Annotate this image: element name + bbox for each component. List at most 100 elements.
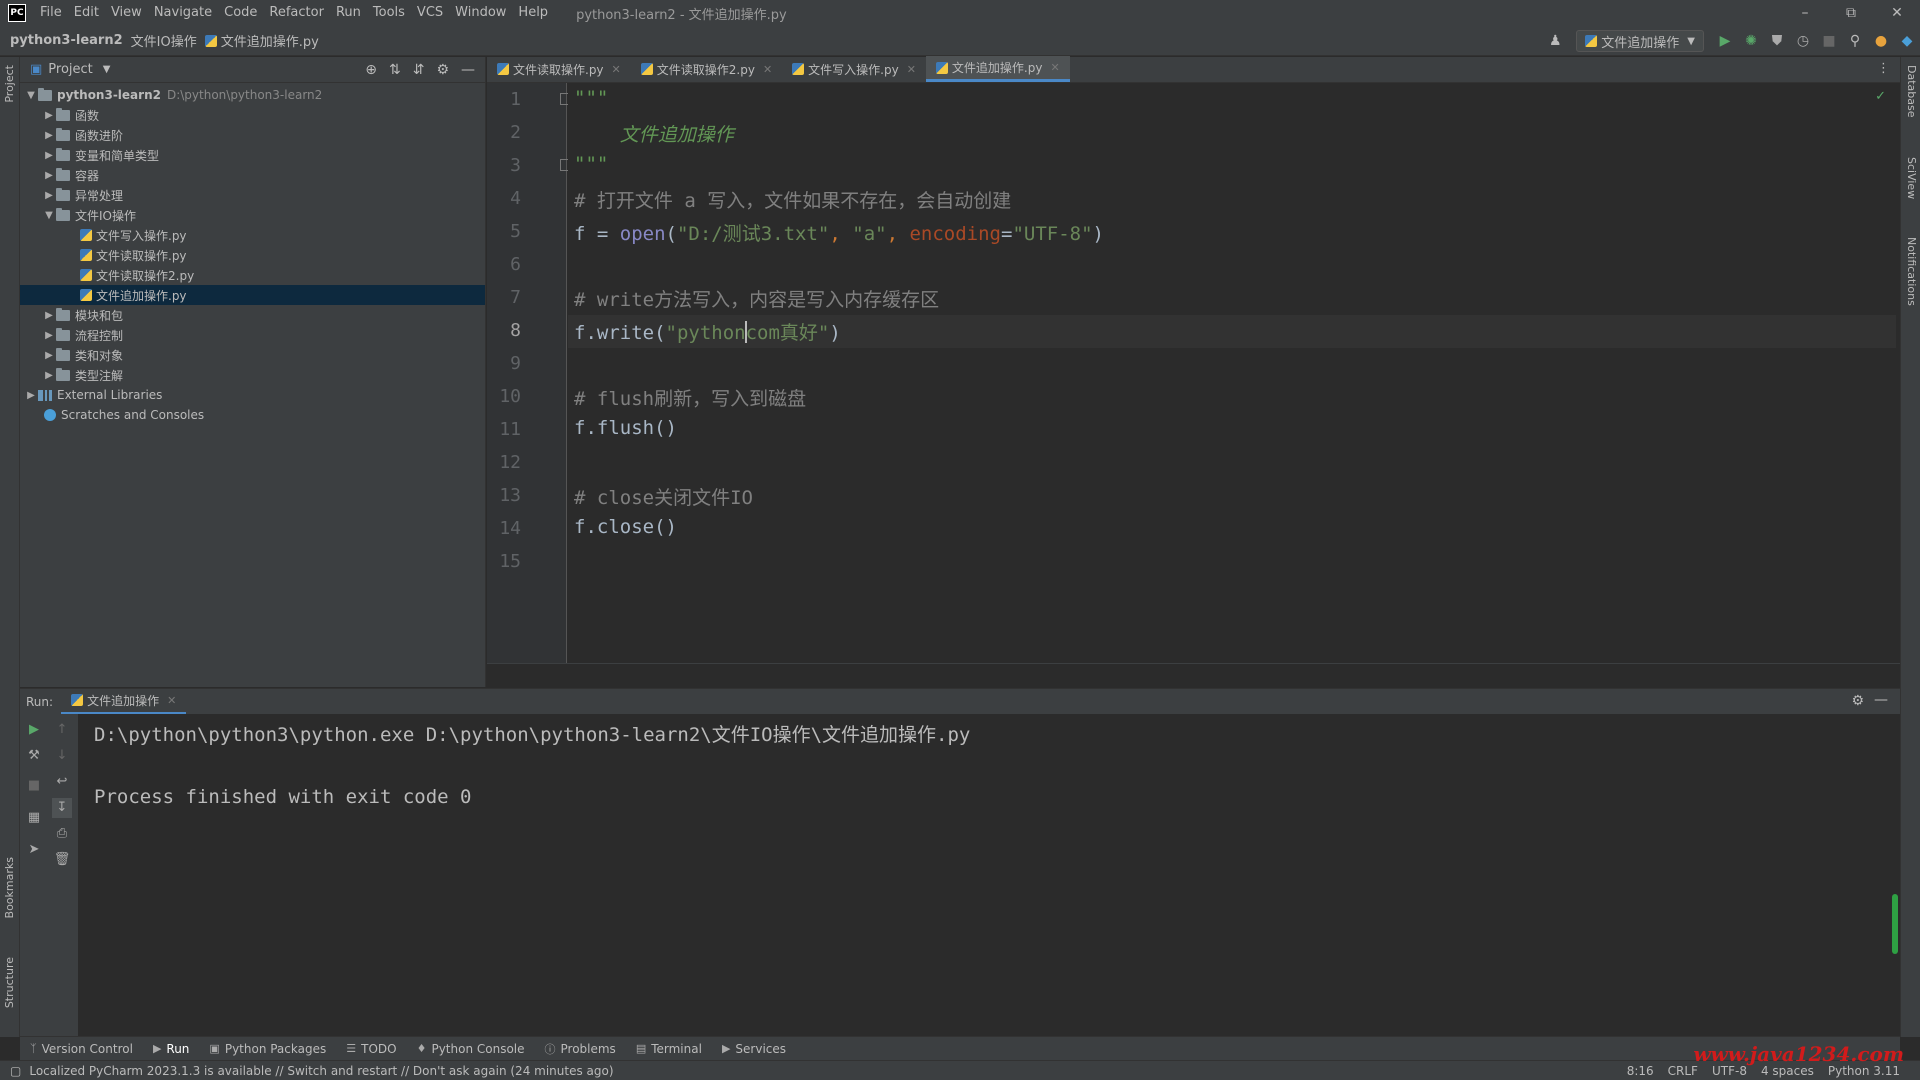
restore-icon[interactable]: ⧉	[1828, 0, 1874, 26]
menu-file[interactable]: File	[34, 0, 68, 26]
soft-wrap-icon[interactable]: ↩	[52, 772, 72, 792]
locate-icon[interactable]: ⊕	[365, 62, 377, 78]
menu-code[interactable]: Code	[218, 0, 263, 26]
sciview-tool-button[interactable]: SciView	[1905, 157, 1918, 199]
run-icon[interactable]: ▶	[1714, 30, 1736, 52]
tab-file-read[interactable]: 文件读取操作.py ✕	[487, 56, 631, 82]
breadcrumb-folder[interactable]: 文件IO操作	[127, 31, 201, 50]
notifications-tool-button[interactable]: Notifications	[1905, 237, 1918, 306]
chevron-right-icon[interactable]: ▶	[24, 390, 38, 401]
tool-services[interactable]: ▶ Services	[712, 1042, 796, 1056]
tree-root[interactable]: ▼ python3-learn2 D:\python\python3-learn…	[20, 85, 485, 105]
chevron-right-icon[interactable]: ▶	[42, 110, 56, 121]
tree-item-file-append[interactable]: 文件追加操作.py	[20, 285, 485, 305]
chevron-right-icon[interactable]: ▶	[42, 330, 56, 341]
tab-file-append[interactable]: 文件追加操作.py ✕	[925, 56, 1070, 82]
python-interpreter[interactable]: Python 3.11	[1828, 1064, 1900, 1078]
arrow-down-icon[interactable]: ↓	[52, 746, 72, 766]
tool-terminal[interactable]: ▤ Terminal	[626, 1042, 712, 1056]
tree-item-type-hints[interactable]: ▶ 类型注解	[20, 365, 485, 385]
stop-icon[interactable]: ■	[24, 776, 44, 796]
tree-item-flow-control[interactable]: ▶ 流程控制	[20, 325, 485, 345]
run-console[interactable]: D:\python\python3\python.exe D:\python\p…	[78, 714, 1900, 1036]
close-tab-icon[interactable]: ✕	[612, 63, 621, 76]
tool-python-console[interactable]: ♦ Python Console	[407, 1042, 535, 1056]
indent-setting[interactable]: 4 spaces	[1761, 1064, 1814, 1078]
search-icon[interactable]: ⚲	[1844, 30, 1866, 52]
menu-tools[interactable]: Tools	[367, 0, 411, 26]
menu-navigate[interactable]: Navigate	[148, 0, 218, 26]
close-tab-icon[interactable]: ✕	[167, 694, 176, 707]
scroll-to-end-icon[interactable]: ↧	[52, 798, 72, 818]
chevron-right-icon[interactable]: ▶	[42, 150, 56, 161]
tree-item-classes[interactable]: ▶ 类和对象	[20, 345, 485, 365]
menu-help[interactable]: Help	[512, 0, 554, 26]
tree-item-variables[interactable]: ▶ 变量和简单类型	[20, 145, 485, 165]
close-tab-icon[interactable]: ✕	[1050, 61, 1059, 74]
print-icon[interactable]: ⎙	[52, 824, 72, 844]
arrow-up-icon[interactable]: ↑	[52, 720, 72, 740]
stop-icon[interactable]: ■	[1818, 30, 1840, 52]
gear-icon[interactable]: ⚙	[1851, 693, 1864, 709]
project-tool-button[interactable]: Project	[3, 65, 16, 103]
structure-tool-button[interactable]: Structure	[3, 957, 16, 1008]
tree-item-scratches[interactable]: Scratches and Consoles	[20, 405, 485, 425]
hide-icon[interactable]: —	[461, 62, 475, 78]
code-editor[interactable]: ✓ """ 文件追加操作 """ # 打开文件 a 写入，文件如果不存在，会自动…	[568, 83, 1896, 663]
menu-refactor[interactable]: Refactor	[263, 0, 330, 26]
status-toggle-icon[interactable]: ▢	[10, 1064, 21, 1078]
chevron-right-icon[interactable]: ▶	[42, 130, 56, 141]
tree-item-modules[interactable]: ▶ 模块和包	[20, 305, 485, 325]
menu-window[interactable]: Window	[449, 0, 512, 26]
tool-todo[interactable]: ☰ TODO	[336, 1042, 406, 1056]
expand-all-icon[interactable]: ⇅	[389, 62, 401, 78]
chevron-down-icon[interactable]: ▼	[24, 90, 38, 101]
database-tool-button[interactable]: Database	[1905, 65, 1918, 118]
wrench-icon[interactable]: ⚒	[24, 746, 44, 766]
project-panel-title[interactable]: Project	[48, 62, 92, 77]
chevron-down-icon[interactable]: ▼	[103, 64, 111, 75]
pin-icon[interactable]: ➤	[24, 840, 44, 860]
tree-item-file-write[interactable]: 文件写入操作.py	[20, 225, 485, 245]
tree-item-external-libraries[interactable]: ▶ External Libraries	[20, 385, 485, 405]
more-tabs-icon[interactable]: ⋮	[1877, 61, 1890, 76]
close-tab-icon[interactable]: ✕	[763, 63, 772, 76]
tree-item-file-read2[interactable]: 文件读取操作2.py	[20, 265, 485, 285]
hide-icon[interactable]: —	[1874, 692, 1888, 708]
rerun-icon[interactable]: ▶	[24, 720, 44, 740]
breadcrumb-project[interactable]: python3-learn2	[0, 33, 127, 48]
tool-problems[interactable]: ⓘ Problems	[535, 1041, 626, 1057]
debug-icon[interactable]: ✺	[1740, 30, 1762, 52]
status-message[interactable]: Localized PyCharm 2023.1.3 is available …	[29, 1064, 613, 1078]
jetbrains-icon[interactable]: ◆	[1896, 30, 1918, 52]
minimize-icon[interactable]: –	[1782, 0, 1828, 26]
tree-item-file-read[interactable]: 文件读取操作.py	[20, 245, 485, 265]
chevron-right-icon[interactable]: ▶	[42, 350, 56, 361]
menu-edit[interactable]: Edit	[68, 0, 105, 26]
tab-file-write[interactable]: 文件写入操作.py ✕	[782, 56, 926, 82]
close-icon[interactable]: ✕	[1874, 0, 1920, 26]
menu-run[interactable]: Run	[330, 0, 367, 26]
chevron-down-icon[interactable]: ▼	[42, 210, 56, 221]
user-icon[interactable]: ♟	[1544, 30, 1566, 52]
chevron-right-icon[interactable]: ▶	[42, 310, 56, 321]
caret-position[interactable]: 8:16	[1627, 1064, 1654, 1078]
tree-item-exceptions[interactable]: ▶ 异常处理	[20, 185, 485, 205]
bookmarks-tool-button[interactable]: Bookmarks	[3, 857, 16, 918]
file-encoding[interactable]: UTF-8	[1712, 1064, 1747, 1078]
tool-version-control[interactable]: ᛉ Version Control	[20, 1042, 143, 1056]
chevron-right-icon[interactable]: ▶	[42, 370, 56, 381]
tool-python-packages[interactable]: ▣ Python Packages	[199, 1042, 336, 1056]
chevron-right-icon[interactable]: ▶	[42, 170, 56, 181]
update-icon[interactable]: ●	[1870, 30, 1892, 52]
scrollbar[interactable]	[1892, 894, 1898, 954]
breadcrumb-file[interactable]: 文件追加操作.py	[201, 31, 323, 50]
trash-icon[interactable]: 🗑	[52, 850, 72, 870]
collapse-all-icon[interactable]: ⇵	[413, 62, 425, 78]
menu-vcs[interactable]: VCS	[411, 0, 449, 26]
tool-run[interactable]: ▶ Run	[143, 1042, 199, 1056]
line-separator[interactable]: CRLF	[1668, 1064, 1698, 1078]
tree-item-containers[interactable]: ▶ 容器	[20, 165, 485, 185]
coverage-icon[interactable]: ⛊	[1766, 30, 1788, 52]
run-configuration-select[interactable]: 文件追加操作 ▼	[1576, 30, 1704, 52]
